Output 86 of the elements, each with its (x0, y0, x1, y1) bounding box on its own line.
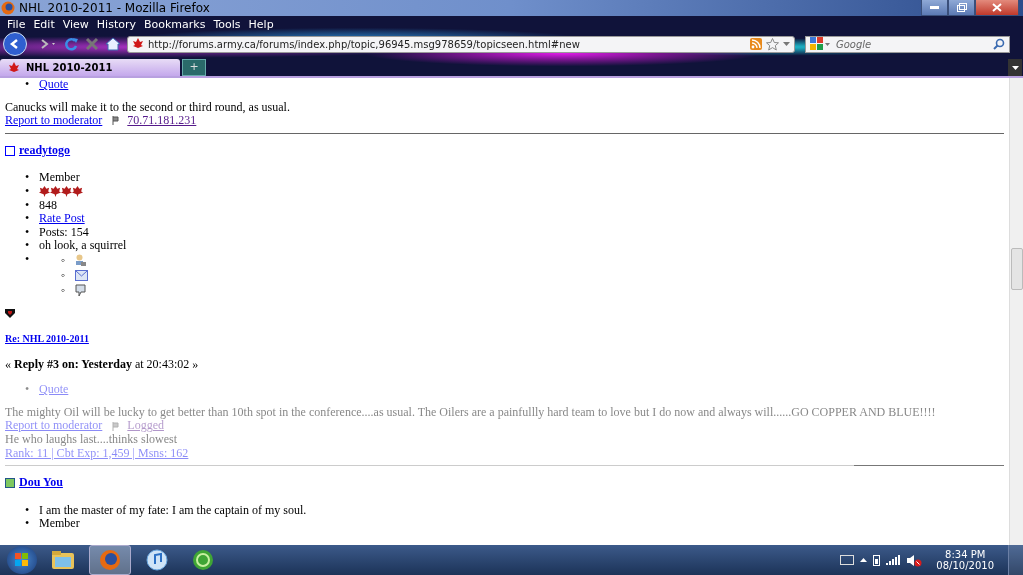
post-text: The mighty Oil will be lucky to get better than 10th spot in the conference....as usual. The Oilers are a painfullly hard team to love but I do now and always will......GO COPPER AND BLUE!!!! (5, 405, 937, 420)
url-text: http://forums.army.ca/forums/index.php/topic,96945.msg978659/topicseen.html#new (148, 38, 581, 50)
start-button[interactable] (7, 546, 37, 574)
star-icon[interactable] (766, 37, 779, 51)
music-note-icon (146, 549, 168, 571)
menu-item[interactable]: Edit (29, 17, 59, 31)
tab-list-button[interactable] (1008, 59, 1022, 76)
speaker-muted-icon[interactable] (906, 553, 923, 567)
quote-link[interactable]: Quote (39, 78, 69, 92)
subject-link[interactable]: Re: NHL 2010-2011 (5, 331, 89, 346)
karma-count: 848 (39, 198, 57, 213)
close-icon (992, 3, 1002, 12)
menu-item[interactable]: File (3, 17, 30, 31)
username-link[interactable]: Dou You (19, 476, 63, 490)
folder-icon (51, 550, 75, 570)
shield-icon (5, 307, 15, 318)
list-bullet: • (25, 503, 31, 518)
maple-leaf-icon (72, 186, 83, 198)
search-field[interactable]: Google (834, 37, 989, 51)
list-bullet: • (25, 171, 31, 185)
caret-icon (1011, 65, 1019, 70)
profile-text: Member (39, 517, 80, 531)
list-bullet: • (25, 212, 31, 226)
list-bullet: ◦ (61, 253, 67, 268)
scrollbar[interactable] (1009, 78, 1023, 545)
tray-arrow-icon[interactable] (860, 558, 868, 562)
profile-text: I am the master of my fate: I am the captain of my soul. (39, 503, 307, 518)
new-tab-button[interactable]: + (182, 59, 206, 76)
restore-button[interactable] (948, 0, 975, 16)
menu-item[interactable]: Tools (209, 17, 245, 31)
list-bullet: • (25, 78, 31, 92)
menu-item[interactable]: Bookmarks (140, 17, 210, 31)
address-field[interactable]: http://forums.army.ca/forums/index.php/topic,96945.msg978659/topicseen.html#new (127, 35, 795, 53)
personal-text: oh look, a squirrel (39, 239, 127, 253)
browser-icon (99, 549, 121, 571)
list-bullet: • (25, 517, 31, 531)
maple-leaf-icon (132, 38, 144, 50)
menu-item[interactable]: View (58, 17, 93, 31)
keyboard-icon[interactable] (840, 555, 855, 565)
close-button[interactable] (975, 0, 1019, 16)
battery-icon[interactable] (873, 554, 881, 566)
tab-label: NHL 2010-2011 (26, 62, 113, 73)
menu-item[interactable]: Help (244, 17, 278, 31)
search-bar[interactable]: Google (805, 35, 1010, 53)
list-bullet: ◦ (61, 268, 67, 283)
list-bullet: • (25, 252, 31, 267)
post-text: Canucks will make it to the second or third round, as usual. (5, 100, 291, 115)
ip-link[interactable]: 70.71.181.231 (127, 114, 197, 128)
maple-leaf-icon (39, 186, 50, 198)
stop-icon[interactable] (85, 37, 99, 51)
reload-icon[interactable] (63, 36, 79, 52)
list-bullet: ◦ (61, 283, 67, 298)
browser-tab[interactable]: NHL 2010-2011 (0, 59, 180, 76)
menu-item[interactable]: History (92, 17, 140, 31)
restore-icon (956, 3, 967, 12)
post-count: Posts: 154 (39, 225, 89, 240)
maple-leaf-icon (50, 186, 61, 198)
back-button[interactable] (3, 32, 27, 56)
maple-leaf-icon (8, 61, 20, 74)
clock-time[interactable]: 8:34 PM (945, 549, 986, 560)
speech-bubble-icon[interactable] (75, 283, 86, 297)
maple-leaf-icon (61, 186, 72, 198)
home-icon[interactable] (105, 37, 121, 51)
rss-icon[interactable] (750, 38, 762, 50)
window-title: NHL 2010-2011 - Mozilla Firefox (19, 1, 210, 15)
list-bullet: • (25, 184, 31, 199)
list-bullet: • (25, 383, 31, 397)
envelope-icon[interactable] (75, 269, 88, 281)
minimize-icon (930, 6, 939, 9)
windows-logo-icon (15, 553, 29, 567)
report-link[interactable]: Report to moderator (5, 114, 103, 128)
list-bullet: • (25, 239, 31, 253)
ring-icon (192, 549, 214, 571)
rate-post-link[interactable]: Rate Post (39, 212, 85, 226)
search-icon[interactable] (993, 38, 1005, 50)
dropdown-icon[interactable] (783, 42, 790, 46)
signal-icon[interactable] (886, 555, 901, 565)
list-bullet: • (25, 225, 31, 240)
signature-text: He who laughs last....thinks slowest (5, 432, 178, 447)
reply-header: « Reply #3 on: Yesterday at 20:43:02 » (5, 357, 200, 372)
minimize-button[interactable] (921, 0, 948, 16)
clock-date[interactable]: 08/10/2010 (936, 560, 994, 571)
profile-icon[interactable] (75, 254, 86, 267)
username-link[interactable]: readytogo (19, 143, 71, 158)
list-bullet: • (25, 198, 31, 213)
member-group: Member (39, 171, 80, 185)
